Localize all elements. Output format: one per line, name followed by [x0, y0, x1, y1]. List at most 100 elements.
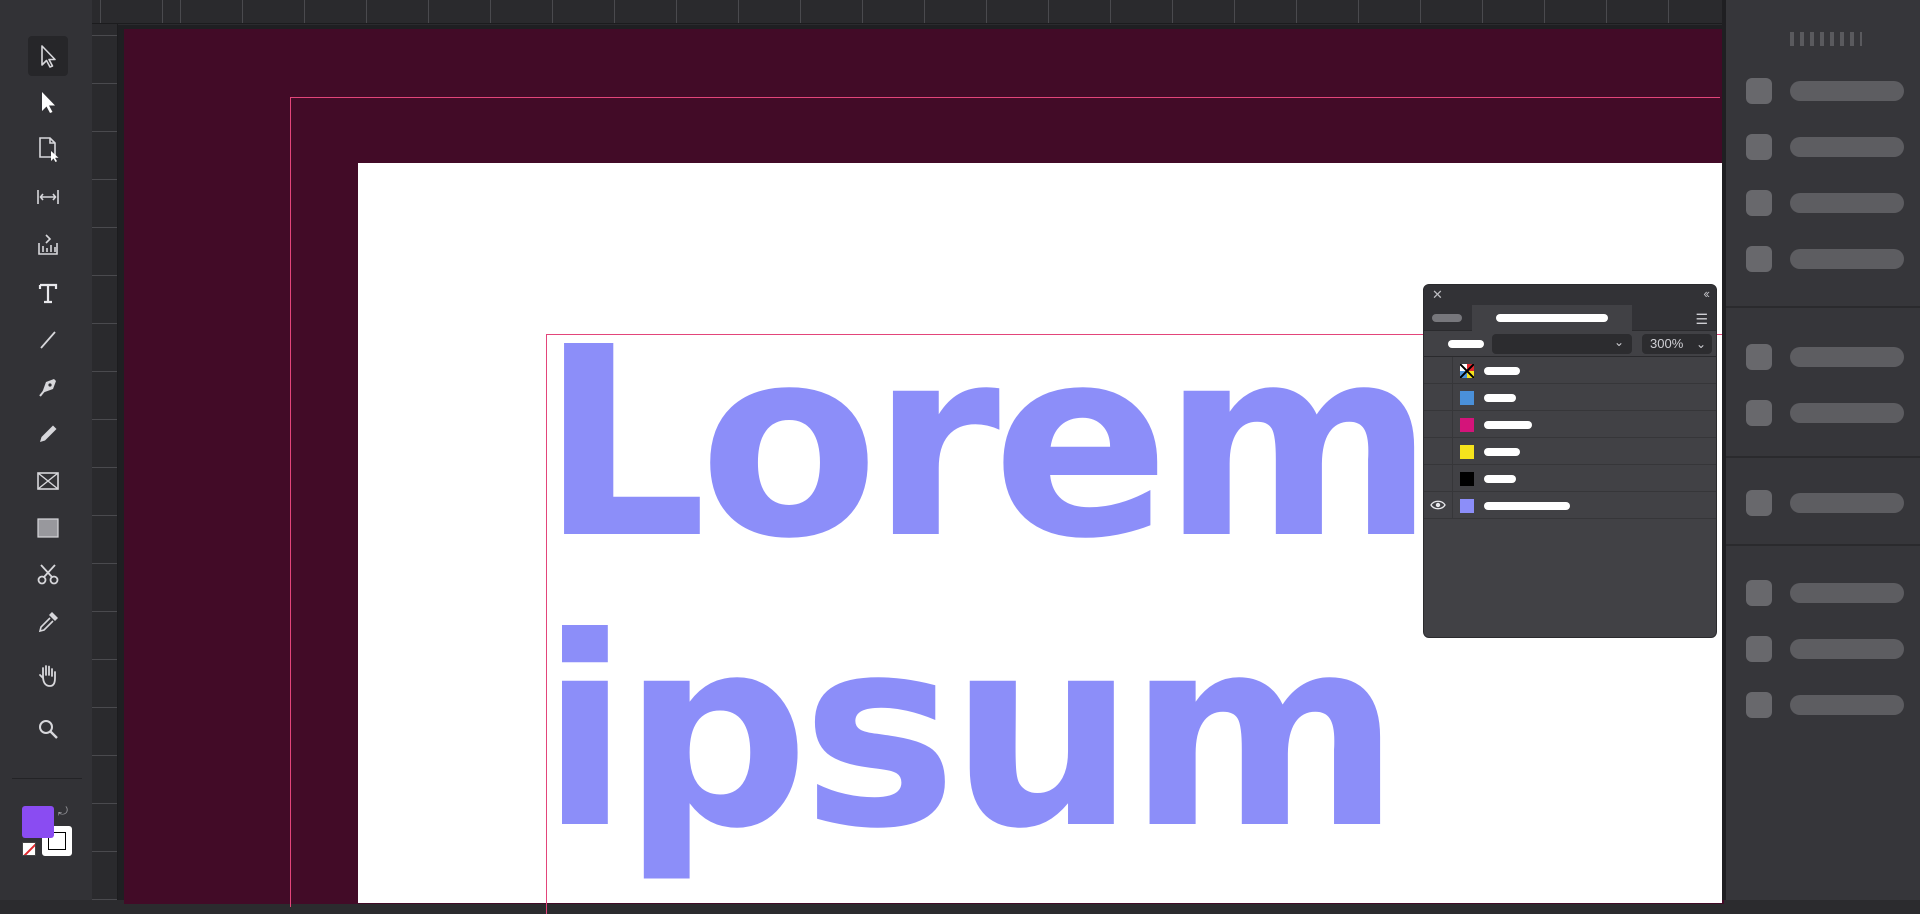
- dock-item[interactable]: [1746, 132, 1916, 160]
- panel-icon: [1746, 246, 1772, 272]
- page-tool[interactable]: [28, 129, 68, 169]
- eyedropper-tool[interactable]: [28, 602, 68, 642]
- panel-icon: [1746, 190, 1772, 216]
- tint-label: [1448, 340, 1484, 348]
- toolbar-divider: [12, 778, 82, 779]
- swatch-row[interactable]: [1424, 465, 1716, 492]
- chevron-down-icon: ⌄: [1613, 335, 1624, 349]
- arrow-icon: [42, 92, 55, 113]
- eyedropper-icon: [38, 612, 58, 633]
- hollow-arrow-icon: [41, 45, 56, 68]
- dock-item[interactable]: [1746, 188, 1916, 216]
- pen-tool[interactable]: [28, 367, 68, 407]
- swatch-list: [1424, 357, 1716, 519]
- panel-icon: [1746, 490, 1772, 516]
- type-tool[interactable]: [28, 273, 68, 313]
- scissors-tool[interactable]: [28, 555, 68, 595]
- tab-inactive[interactable]: [1432, 314, 1462, 322]
- right-panel-dock: [1722, 0, 1920, 900]
- swatch-name-placeholder: [1484, 394, 1516, 402]
- selection-tool[interactable]: [28, 82, 68, 122]
- collector-icon: [38, 234, 58, 255]
- tools-panel: ⤾: [0, 0, 92, 900]
- vertical-ruler[interactable]: [92, 24, 118, 900]
- dock-item[interactable]: [1746, 690, 1916, 718]
- frame-icon: [37, 472, 59, 490]
- visibility-eye-icon[interactable]: [1430, 389, 1446, 405]
- dock-item[interactable]: [1746, 244, 1916, 272]
- panel-icon: [1746, 134, 1772, 160]
- swatch-row[interactable]: [1424, 411, 1716, 438]
- panel-icon: [1746, 400, 1772, 426]
- hand-icon: [39, 665, 56, 687]
- headline-line-2: ipsum: [540, 581, 1401, 886]
- zoom-tool[interactable]: [28, 709, 68, 749]
- gap-tool[interactable]: [28, 177, 68, 217]
- visibility-eye-icon[interactable]: [1430, 416, 1446, 432]
- panel-menu-icon[interactable]: ☰: [1695, 311, 1708, 328]
- gap-icon: [37, 190, 59, 204]
- document-canvas[interactable]: Lorem ipsum ✕ ‹‹ ☰ ⌄ 300% ⌄: [118, 25, 1726, 914]
- swatch-name-placeholder: [1484, 367, 1520, 375]
- panel-titlebar[interactable]: ✕ ‹‹: [1424, 285, 1716, 305]
- rectangle-frame-tool[interactable]: [28, 461, 68, 501]
- tab-swatches[interactable]: [1472, 305, 1632, 331]
- tint-percent-field[interactable]: 300% ⌄: [1642, 334, 1712, 354]
- swatch-name-placeholder: [1484, 502, 1570, 510]
- panel-icon: [1746, 580, 1772, 606]
- swatch-row[interactable]: [1424, 438, 1716, 465]
- swatch-name-placeholder: [1484, 421, 1532, 429]
- close-icon[interactable]: ✕: [1432, 288, 1443, 302]
- pencil-tool[interactable]: [28, 414, 68, 454]
- tint-dropdown[interactable]: ⌄: [1492, 334, 1632, 354]
- default-colors-icon[interactable]: [22, 842, 36, 856]
- visibility-eye-icon[interactable]: [1430, 470, 1446, 486]
- dock-item[interactable]: [1746, 578, 1916, 606]
- pencil-icon: [40, 425, 57, 442]
- magnifier-icon: [39, 720, 58, 739]
- dock-divider: [1726, 544, 1920, 546]
- scissors-icon: [37, 564, 59, 585]
- panel-icon: [1746, 344, 1772, 370]
- panel-icon: [1746, 692, 1772, 718]
- swap-fill-stroke-icon[interactable]: ⤾: [58, 804, 72, 818]
- line-tool[interactable]: [28, 320, 68, 360]
- page-icon: [39, 137, 59, 162]
- dock-item[interactable]: [1746, 398, 1916, 426]
- collapse-icon[interactable]: ‹‹: [1703, 287, 1710, 301]
- headline-text-frame[interactable]: Lorem ipsum: [540, 299, 1435, 886]
- swatch-color-chip: [1460, 445, 1474, 459]
- swatch-name-placeholder: [1484, 475, 1516, 483]
- dock-item[interactable]: [1746, 634, 1916, 662]
- fill-swatch[interactable]: [22, 806, 54, 838]
- visibility-eye-icon[interactable]: [1430, 443, 1446, 459]
- dock-item[interactable]: [1746, 488, 1916, 516]
- tint-controls: ⌄ 300% ⌄: [1424, 331, 1716, 357]
- dock-grip[interactable]: [1790, 32, 1862, 46]
- type-icon: [38, 283, 58, 304]
- rectangle-icon: [37, 518, 59, 538]
- swatch-color-chip: [1459, 363, 1475, 379]
- swatch-row[interactable]: [1424, 384, 1716, 411]
- content-collector-tool[interactable]: [28, 225, 68, 265]
- visibility-eye-icon[interactable]: [1430, 497, 1446, 513]
- swatch-color-chip: [1460, 391, 1474, 405]
- hand-tool[interactable]: [28, 656, 68, 696]
- visibility-eye-icon[interactable]: [1430, 362, 1446, 378]
- swatch-color-chip: [1460, 499, 1474, 513]
- dock-item[interactable]: [1746, 76, 1916, 104]
- swatches-panel: ✕ ‹‹ ☰ ⌄ 300% ⌄: [1423, 284, 1717, 638]
- swatch-color-chip: [1460, 472, 1474, 486]
- swatch-row[interactable]: [1424, 492, 1716, 519]
- panel-icon: [1746, 636, 1772, 662]
- rectangle-tool[interactable]: [28, 508, 68, 548]
- line-icon: [40, 331, 56, 349]
- dock-item[interactable]: [1746, 342, 1916, 370]
- swatch-row[interactable]: [1424, 357, 1716, 384]
- chevron-down-icon: ⌄: [1695, 337, 1706, 351]
- swatch-name-placeholder: [1484, 448, 1520, 456]
- horizontal-ruler[interactable]: [92, 0, 1722, 24]
- direct-selection-tool[interactable]: [28, 36, 68, 76]
- dock-divider: [1726, 306, 1920, 308]
- dock-divider: [1726, 456, 1920, 458]
